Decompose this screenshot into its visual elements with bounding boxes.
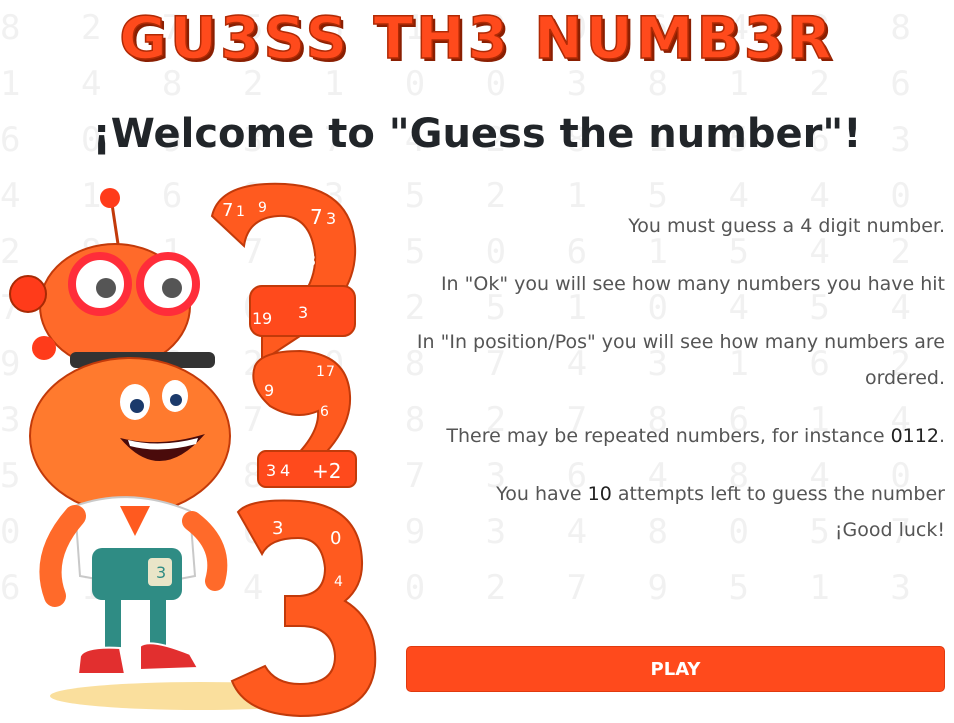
digit-label: 0 <box>264 641 274 660</box>
attempts-count: 10 <box>587 483 612 505</box>
attempts-prefix: You have <box>496 483 582 505</box>
game-title: GU3SS TH3 NUMB3R <box>119 3 835 73</box>
good-luck-text: ¡Good luck! <box>834 519 945 541</box>
digit-label: 9 <box>258 200 267 216</box>
rule-repeated-suffix: . <box>938 425 945 447</box>
game-page: 8 2 7 5 3 1 9 0 6 4 2 8 5 7 3 1 4 8 2 1 … <box>0 0 954 723</box>
digit-label: 1 <box>250 641 260 660</box>
digit-label: 4 <box>280 461 290 480</box>
digit-label: 9 <box>264 381 274 400</box>
digit-label: 7 <box>310 205 323 229</box>
digit-label: 9 <box>262 309 272 328</box>
digit-label: 3 <box>298 303 308 322</box>
digit-label: 6 <box>320 404 329 420</box>
rule-repeated-numbers: There may be repeated numbers, for insta… <box>405 418 945 454</box>
rule-digit-count: You must guess a 4 digit number. <box>628 215 945 237</box>
digit-label: 1 <box>252 309 262 328</box>
digit-label: 7 <box>222 200 233 221</box>
welcome-heading: ¡Welcome to "Guess the number"! <box>92 111 862 157</box>
example-number: 0112 <box>890 425 939 447</box>
digit-label: 4 <box>334 574 343 590</box>
digit-label: 1 <box>316 364 325 380</box>
digit-label: 0 <box>330 528 341 549</box>
rule-attempts: You have 10 attempts left to guess the n… <box>405 476 945 548</box>
digit-label: 3 <box>266 461 276 480</box>
rules-panel: You must guess a 4 digit number. In "Ok"… <box>405 208 945 570</box>
rule-repeated-text: There may be repeated numbers, for insta… <box>446 425 885 447</box>
rule-ok-meaning: In "Ok" you will see how many numbers yo… <box>440 273 945 295</box>
digit-label: 3 <box>326 209 336 228</box>
play-button[interactable]: PLAY <box>406 646 945 692</box>
digit-label: 3 <box>156 563 166 582</box>
rule-position-meaning: In "In position/Pos" you will see how ma… <box>416 331 945 389</box>
digit-label: 3 <box>306 251 316 270</box>
robot-numbers-mascot-icon: 7 1 9 7 3 3 1 9 3 9 1 7 6 3 4 +2 3 0 4 1… <box>0 176 390 723</box>
digit-label: +2 <box>312 459 341 483</box>
digit-label: 3 <box>272 518 283 539</box>
attempts-suffix: attempts left to guess the number <box>617 483 945 505</box>
digit-label: 7 <box>326 364 335 380</box>
digit-label: 1 <box>236 204 245 220</box>
